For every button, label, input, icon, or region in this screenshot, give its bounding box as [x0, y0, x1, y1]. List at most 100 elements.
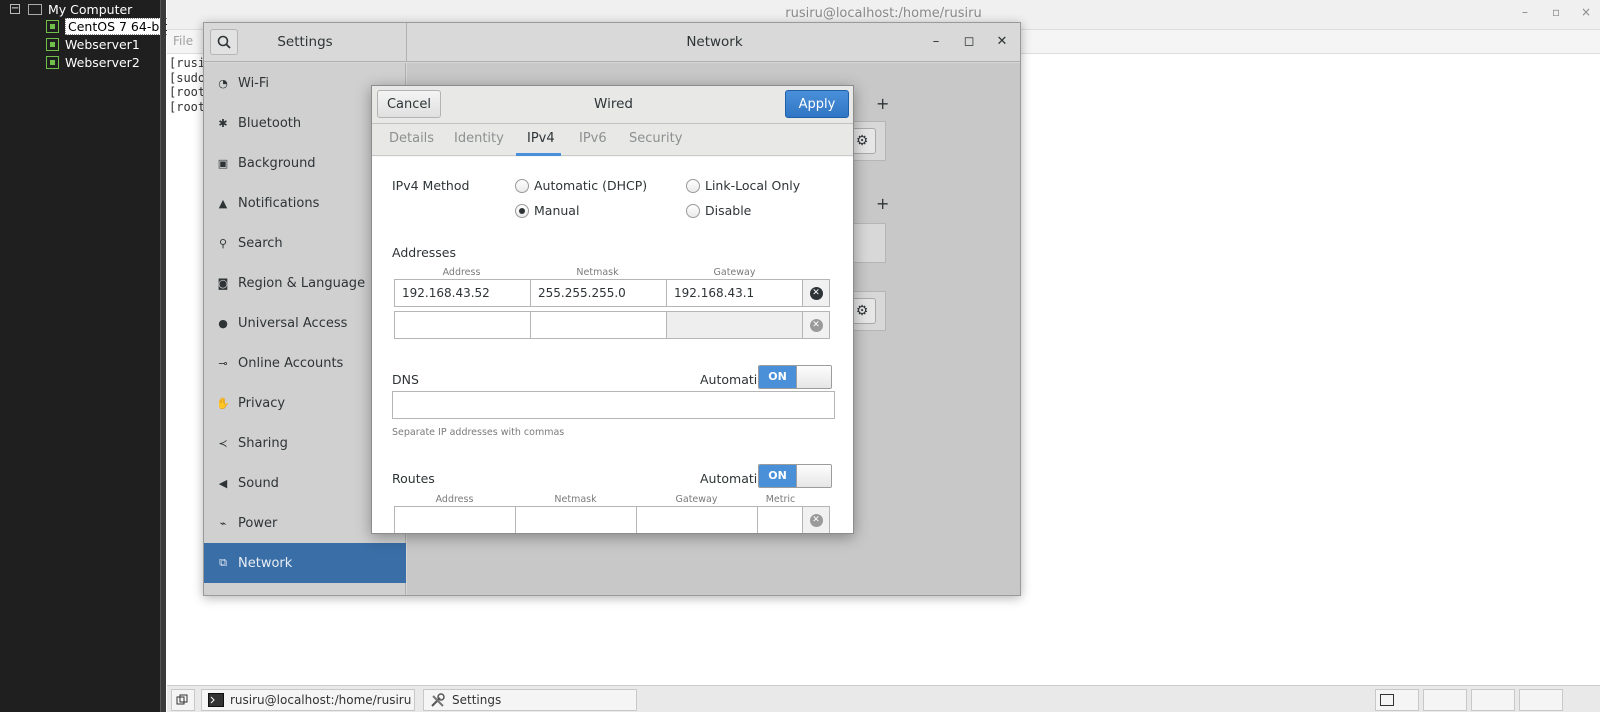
- taskbar-terminal-label: rusiru@localhost:/home/rusiru: [230, 693, 412, 707]
- camera-icon: ◙: [217, 276, 229, 290]
- tab-details[interactable]: Details: [389, 131, 434, 146]
- menu-file[interactable]: File: [173, 34, 193, 48]
- active-tab-indicator: [516, 153, 561, 156]
- tree-item-vm[interactable]: Webserver2: [46, 53, 140, 71]
- maximize-icon[interactable]: ◻: [959, 32, 979, 52]
- power-icon: ⌁: [219, 516, 227, 530]
- workspace-switcher[interactable]: [1375, 689, 1419, 711]
- add-connection-icon[interactable]: +: [876, 94, 889, 113]
- close-icon[interactable]: ×: [1581, 5, 1591, 19]
- tab-security[interactable]: Security: [629, 131, 682, 146]
- search-icon: ⚲: [218, 236, 228, 250]
- radio-circle: [515, 178, 529, 193]
- wired-dialog: Cancel Wired Apply Details Identity IPv4…: [371, 85, 854, 534]
- maximize-icon[interactable]: ▫: [1552, 5, 1560, 19]
- switch-knob: [796, 465, 831, 487]
- sidebar-item-label: Online Accounts: [238, 355, 344, 371]
- dns-input[interactable]: [392, 391, 835, 419]
- tab-identity[interactable]: Identity: [454, 131, 504, 146]
- route-gateway-field[interactable]: [636, 506, 758, 533]
- taskbar-terminal-button[interactable]: rusiru@localhost:/home/rusiru: [201, 689, 415, 711]
- sidebar-item-label: Privacy: [238, 395, 286, 411]
- add-vpn-icon[interactable]: +: [876, 194, 889, 213]
- sidebar-item-label: Universal Access: [238, 315, 348, 331]
- delete-address-button[interactable]: ✕: [802, 279, 830, 307]
- speaker-icon: ◀: [218, 476, 228, 490]
- dns-heading: DNS: [392, 372, 419, 387]
- apply-button[interactable]: Apply: [785, 90, 849, 118]
- sidebar-item-label: Wi-Fi: [238, 75, 270, 91]
- network-icon: ⧉: [219, 556, 227, 569]
- vm-icon: [46, 55, 59, 69]
- addresses-heading: Addresses: [392, 245, 456, 260]
- sidebar-item-label: Network: [238, 555, 293, 571]
- route-address-field[interactable]: [394, 506, 516, 533]
- route-netmask-field[interactable]: [515, 506, 637, 533]
- share-icon: ≺: [218, 436, 228, 450]
- panel-splitter[interactable]: [160, 0, 166, 712]
- close-icon[interactable]: ✕: [992, 32, 1012, 52]
- bluetooth-icon: ✱: [218, 116, 228, 130]
- sidebar-item-label: Notifications: [238, 195, 320, 211]
- background-icon: ▣: [217, 156, 229, 170]
- delete-route-button[interactable]: ✕: [802, 506, 830, 533]
- vm-icon: [46, 19, 59, 33]
- radio-link-local[interactable]: Link-Local Only: [686, 178, 800, 193]
- wifi-icon: ◔: [218, 76, 228, 90]
- tools-icon: [431, 693, 445, 707]
- remove-icon: ✕: [809, 513, 823, 527]
- tree-item-vm[interactable]: Webserver1: [46, 35, 140, 53]
- dns-automatic-switch[interactable]: ON: [758, 365, 832, 389]
- gateway-field: [666, 311, 803, 339]
- netmask-field[interactable]: [530, 311, 667, 339]
- taskbar-settings-button[interactable]: Settings: [423, 689, 637, 711]
- netmask-field[interactable]: 255.255.255.0: [530, 279, 667, 307]
- collapse-icon[interactable]: −: [10, 4, 20, 14]
- taskbar-settings-label: Settings: [452, 693, 502, 707]
- routes-automatic-switch[interactable]: ON: [758, 464, 832, 488]
- radio-label: Link-Local Only: [705, 178, 801, 193]
- address-field[interactable]: [394, 311, 531, 339]
- column-header-address: Address: [442, 267, 481, 278]
- ipv4-content: IPv4 Method Automatic (DHCP) Link-Local …: [372, 157, 853, 533]
- address-field[interactable]: 192.168.43.52: [394, 279, 531, 307]
- column-header-metric: Metric: [765, 494, 796, 505]
- workspace-slot[interactable]: [1423, 689, 1467, 711]
- radio-circle: [686, 178, 700, 193]
- tree-item-label: Webserver2: [65, 54, 140, 70]
- remove-icon: ✕: [809, 318, 823, 332]
- sidebar-item-network[interactable]: ⧉ Network: [204, 543, 406, 583]
- column-header-netmask: Netmask: [554, 494, 597, 505]
- radio-manual[interactable]: Manual: [515, 203, 579, 218]
- tree-item-label: My Computer: [48, 1, 133, 17]
- radio-label: Manual: [534, 203, 580, 218]
- switch-on-label: ON: [759, 465, 796, 487]
- switch-knob: [796, 366, 831, 388]
- radio-label: Automatic (DHCP): [534, 178, 648, 193]
- tab-ipv6[interactable]: IPv6: [579, 131, 607, 146]
- terminal-line: [root: [169, 85, 206, 100]
- radio-disable[interactable]: Disable: [686, 203, 751, 218]
- tab-ipv4[interactable]: IPv4: [527, 131, 555, 146]
- minimize-icon[interactable]: –: [926, 32, 946, 52]
- bell-icon: ▲: [218, 196, 228, 210]
- radio-circle-selected: [515, 203, 529, 218]
- workspace-slot[interactable]: [1471, 689, 1515, 711]
- radio-circle: [686, 203, 700, 218]
- sidebar-item-label: Power: [238, 515, 278, 531]
- tree-item-my-computer[interactable]: − My Computer: [10, 0, 132, 18]
- route-metric-field[interactable]: [757, 506, 804, 533]
- show-desktop-button[interactable]: [171, 689, 195, 711]
- ipv4-method-label: IPv4 Method: [392, 178, 470, 193]
- dialog-title: Wired: [594, 96, 633, 112]
- vm-icon: [46, 37, 59, 51]
- radio-automatic-dhcp[interactable]: Automatic (DHCP): [515, 178, 647, 193]
- delete-address-button[interactable]: ✕: [802, 311, 830, 339]
- gateway-field[interactable]: 192.168.43.1: [666, 279, 803, 307]
- dns-hint: Separate IP addresses with commas: [392, 427, 565, 438]
- desktop-icon: [176, 694, 188, 705]
- workspace-slot[interactable]: [1519, 689, 1563, 711]
- tree-item-vm[interactable]: CentOS 7 64-bit: [46, 17, 171, 35]
- terminal-line: [root: [169, 100, 206, 115]
- minimize-icon[interactable]: –: [1522, 5, 1528, 19]
